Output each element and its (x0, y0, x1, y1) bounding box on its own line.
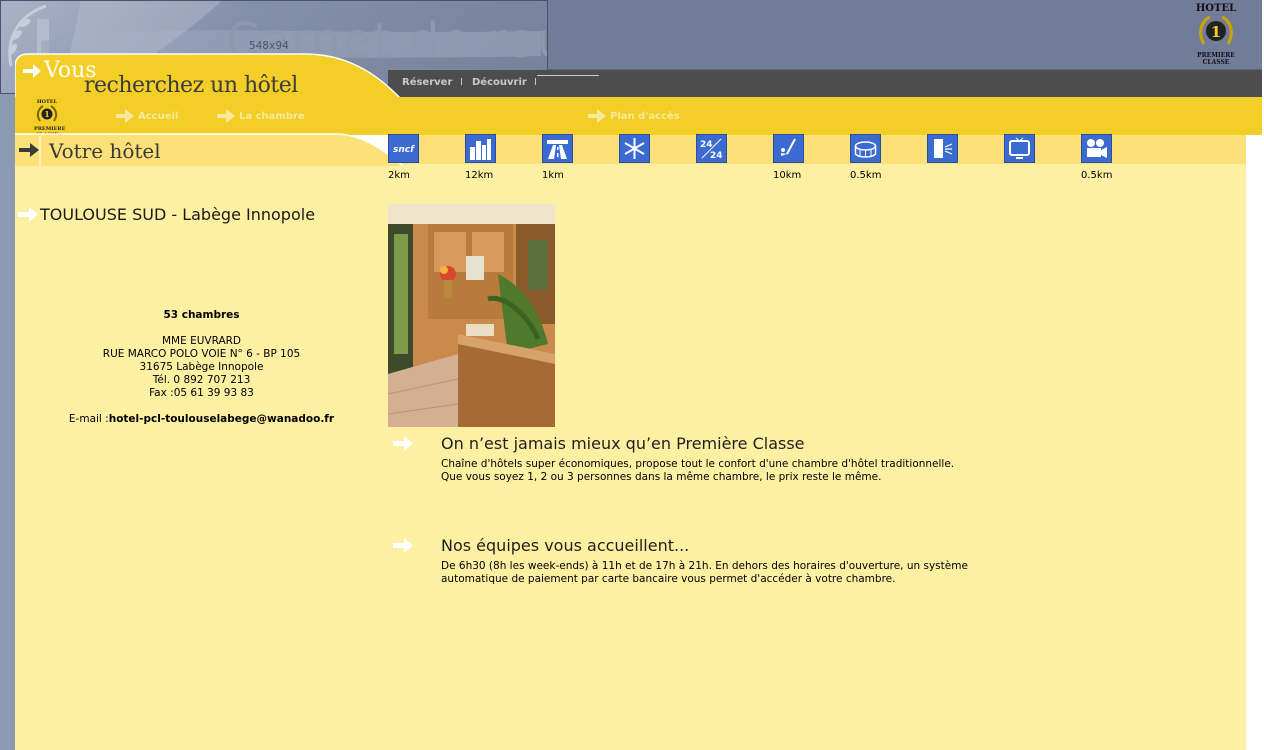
hotel-logo[interactable]: HOTEL 1 PREMIERE CLASSE (1193, 4, 1239, 68)
svg-text:24: 24 (700, 140, 713, 150)
city: 31675 Labège Innopole (139, 361, 264, 373)
section-2-title: Nos équipes vous accueillent... (441, 536, 690, 555)
fax: Fax :05 61 39 93 83 (149, 387, 254, 399)
nav-separator: I (534, 77, 537, 88)
24h-icon[interactable]: 24 24 (696, 134, 727, 163)
city-shape (470, 139, 491, 160)
sncf-train-icon[interactable]: sncf (388, 134, 419, 163)
logo-brand-1: PREMIERE (1197, 52, 1235, 59)
snowflake-shape (624, 138, 645, 159)
nav-reserver[interactable]: Réserver (402, 77, 452, 88)
services-strip (388, 135, 1246, 164)
section-1-body: Chaîne d'hôtels super économiques, propo… (441, 458, 976, 484)
stadium-shape (854, 141, 877, 158)
subnav-accueil-label: Accueil (138, 110, 179, 122)
small-laurel-icon: 1 (36, 105, 58, 122)
svg-text:24: 24 (710, 151, 723, 160)
golf-icon[interactable] (773, 134, 804, 163)
email-line: E-mail :hotel-pcl-toulouselabege@wanadoo… (15, 413, 388, 426)
golf-shape (781, 138, 796, 156)
sncf-logo: sncf (393, 145, 415, 155)
email-link[interactable]: hotel-pcl-toulouselabege@wanadoo.fr (109, 413, 334, 425)
laurel-number-icon: 1 (1199, 15, 1233, 45)
logo-hotel-text: HOTEL (1195, 3, 1237, 14)
arrow-right-icon (217, 109, 235, 123)
sncf-label: sncf (393, 145, 415, 155)
address: RUE MARCO POLO VOIE N° 6 - BP 105 (102, 348, 301, 360)
section-1-line-2: Que vous soyez 1, 2 ou 3 personnes dans … (441, 471, 882, 483)
nav-decouvrir[interactable]: Découvrir (472, 77, 527, 88)
hotel-contact: 53 chambres MME EUVRARD RUE MARCO POLO V… (15, 309, 388, 426)
svg-text:1: 1 (44, 109, 50, 119)
arrow-right-icon (116, 109, 134, 123)
stadium-icon[interactable] (850, 134, 881, 163)
distance-sncf: 2km (388, 170, 410, 181)
tv-icon[interactable] (1004, 134, 1035, 163)
email-label: E-mail : (68, 413, 109, 425)
tagline-recherche: recherchez un hôtel (84, 73, 298, 98)
hotel-name: TOULOUSE SUD - Labège Innopole (40, 205, 316, 224)
distance-cinema: 0.5km (1081, 170, 1113, 181)
subnav-chambre-label: La chambre (239, 110, 305, 122)
logo-brand-2: CLASSE (1202, 59, 1230, 66)
theatre-shape (934, 139, 953, 158)
city-icon[interactable] (465, 134, 496, 163)
highway-shape (547, 140, 568, 159)
svg-text:1: 1 (1211, 23, 1221, 41)
section-1-title: On n’est jamais mieux qu’en Première Cla… (441, 434, 805, 453)
snowflake-icon[interactable] (619, 134, 650, 163)
section-2-line-1: De 6h30 (8h les week-ends) à 11h et de 1… (441, 560, 968, 585)
subnav-chambre[interactable]: La chambre (216, 108, 305, 124)
theatre-icon[interactable] (927, 134, 958, 163)
hotel-reception-photo (388, 204, 555, 427)
section-1-line-1: Chaîne d'hôtels super économiques, propo… (441, 458, 955, 470)
subnav-plan-label: Plan d'accès (610, 110, 680, 122)
right-margin (1246, 135, 1262, 750)
arrow-right-icon (19, 143, 39, 157)
24h-shape: 24 24 (700, 138, 723, 160)
arrow-right-icon (588, 109, 606, 123)
arrow-right-icon (18, 207, 38, 222)
left-border (0, 0, 15, 750)
distance-stadium: 0.5km (850, 170, 882, 181)
distance-highway: 1km (542, 170, 564, 181)
arrow-right-icon (23, 64, 41, 78)
highway-icon[interactable] (542, 134, 573, 163)
nav-underline (537, 75, 599, 76)
section-title: Votre hôtel (49, 139, 161, 163)
cinema-shape (1087, 139, 1107, 158)
arrow-right-icon (393, 538, 413, 553)
manager-name: MME EUVRARD (161, 335, 242, 347)
distance-golf: 10km (773, 170, 802, 181)
tv-shape (1009, 137, 1030, 159)
small-hotel-logo[interactable]: HOTEL 1 PREMIERE CLASSE (34, 99, 65, 138)
nav-separator: I (460, 77, 463, 88)
hotel-info-panel (15, 166, 388, 750)
rooms-count: 53 chambres (163, 309, 240, 321)
arrow-right-icon (393, 436, 413, 451)
banner-size-label: 548x94 (249, 39, 289, 52)
cinema-icon[interactable] (1081, 134, 1112, 163)
subnav-plan[interactable]: Plan d'accès (587, 108, 680, 124)
subnav-accueil[interactable]: Accueil (115, 108, 178, 124)
phone: Tél. 0 892 707 213 (152, 374, 251, 386)
distance-city: 12km (465, 170, 494, 181)
section-2-body: De 6h30 (8h les week-ends) à 11h et de 1… (441, 560, 976, 586)
top-nav: Réserver I Découvrir I (388, 70, 1262, 97)
reception-illustration (388, 204, 555, 427)
